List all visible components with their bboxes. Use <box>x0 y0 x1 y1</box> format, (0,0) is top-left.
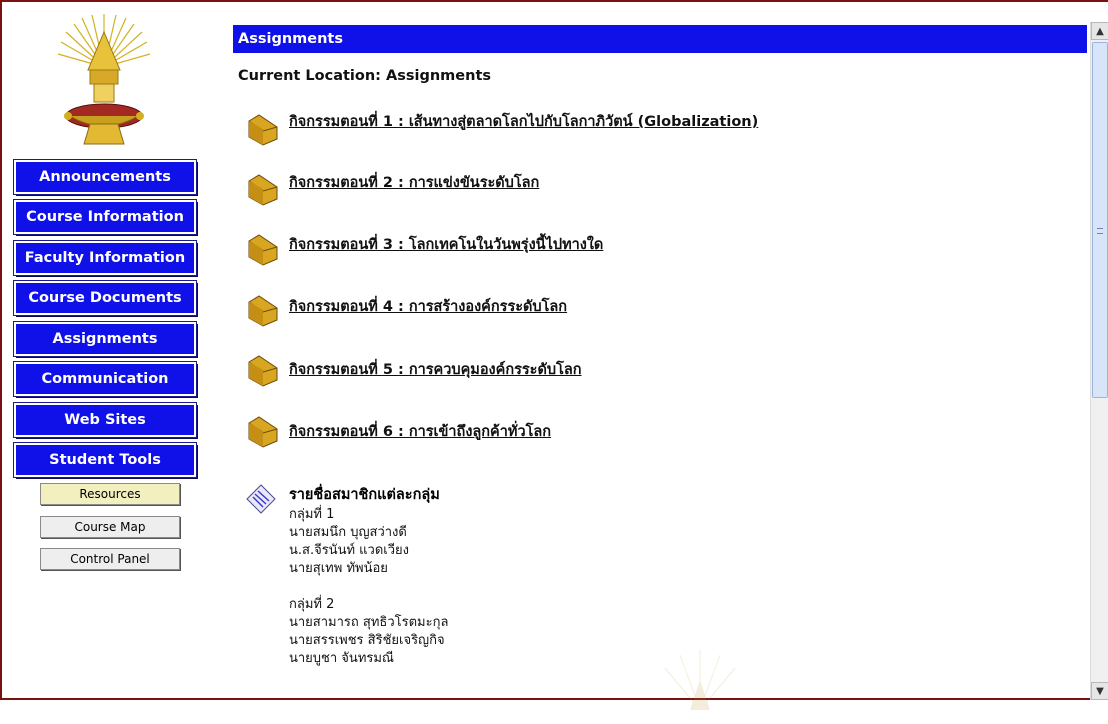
scrollbar-thumb[interactable] <box>1092 42 1108 398</box>
nav-communication[interactable]: Communication <box>13 361 197 397</box>
assignment-link-1[interactable]: กิจกรรมตอนที่ 1 : เส้นทางสู่ตลาดโลกไปกับ… <box>289 110 758 133</box>
assignment-link-5[interactable]: กิจกรรมตอนที่ 5 : การควบคุมองค์กรระดับโล… <box>289 358 582 381</box>
nav-announcements[interactable]: Announcements <box>13 159 197 195</box>
assignment-link-2[interactable]: กิจกรรมตอนที่ 2 : การแข่งขันระดับโลก <box>289 171 539 194</box>
main-content: Assignments Current Location: Assignment… <box>233 25 1087 700</box>
breadcrumb: Current Location: Assignments <box>238 68 491 84</box>
vertical-scrollbar[interactable]: ▲ ▼ <box>1090 22 1108 700</box>
assignment-link-3[interactable]: กิจกรรมตอนที่ 3 : โลกเทคโนในวันพรุ่งนี้ไ… <box>289 233 603 256</box>
university-crest-icon <box>54 12 154 152</box>
folder-icon[interactable] <box>245 231 281 267</box>
page-title: Assignments <box>233 25 1087 53</box>
document-icon <box>245 483 277 515</box>
member-name: นายบูชา จันทรมณี <box>289 651 394 666</box>
nav-course-information[interactable]: Course Information <box>13 199 197 235</box>
nav-web-sites[interactable]: Web Sites <box>13 402 197 438</box>
assignment-link-4[interactable]: กิจกรรมตอนที่ 4 : การสร้างองค์กรระดับโลก <box>289 295 567 318</box>
scroll-up-icon[interactable]: ▲ <box>1091 22 1108 40</box>
control-panel-button[interactable]: Control Panel <box>40 548 180 570</box>
course-map-button[interactable]: Course Map <box>40 516 180 538</box>
folder-icon[interactable] <box>245 413 281 449</box>
resources-button[interactable]: Resources <box>40 483 180 505</box>
assignment-link-6[interactable]: กิจกรรมตอนที่ 6 : การเข้าถึงลูกค้าทั่วโล… <box>289 420 551 443</box>
folder-icon[interactable] <box>245 171 281 207</box>
nav-course-documents[interactable]: Course Documents <box>13 280 197 316</box>
nav-student-tools[interactable]: Student Tools <box>13 442 197 478</box>
scroll-down-icon[interactable]: ▼ <box>1091 682 1108 700</box>
nav-assignments[interactable]: Assignments <box>13 321 197 357</box>
nav-faculty-information[interactable]: Faculty Information <box>13 240 197 276</box>
folder-icon[interactable] <box>245 111 281 147</box>
grip-icon <box>1097 228 1103 234</box>
folder-icon[interactable] <box>245 292 281 328</box>
folder-icon[interactable] <box>245 352 281 388</box>
watermark-icon <box>640 640 880 720</box>
member-name: นายสุเทพ ทัพน้อย <box>289 561 388 576</box>
